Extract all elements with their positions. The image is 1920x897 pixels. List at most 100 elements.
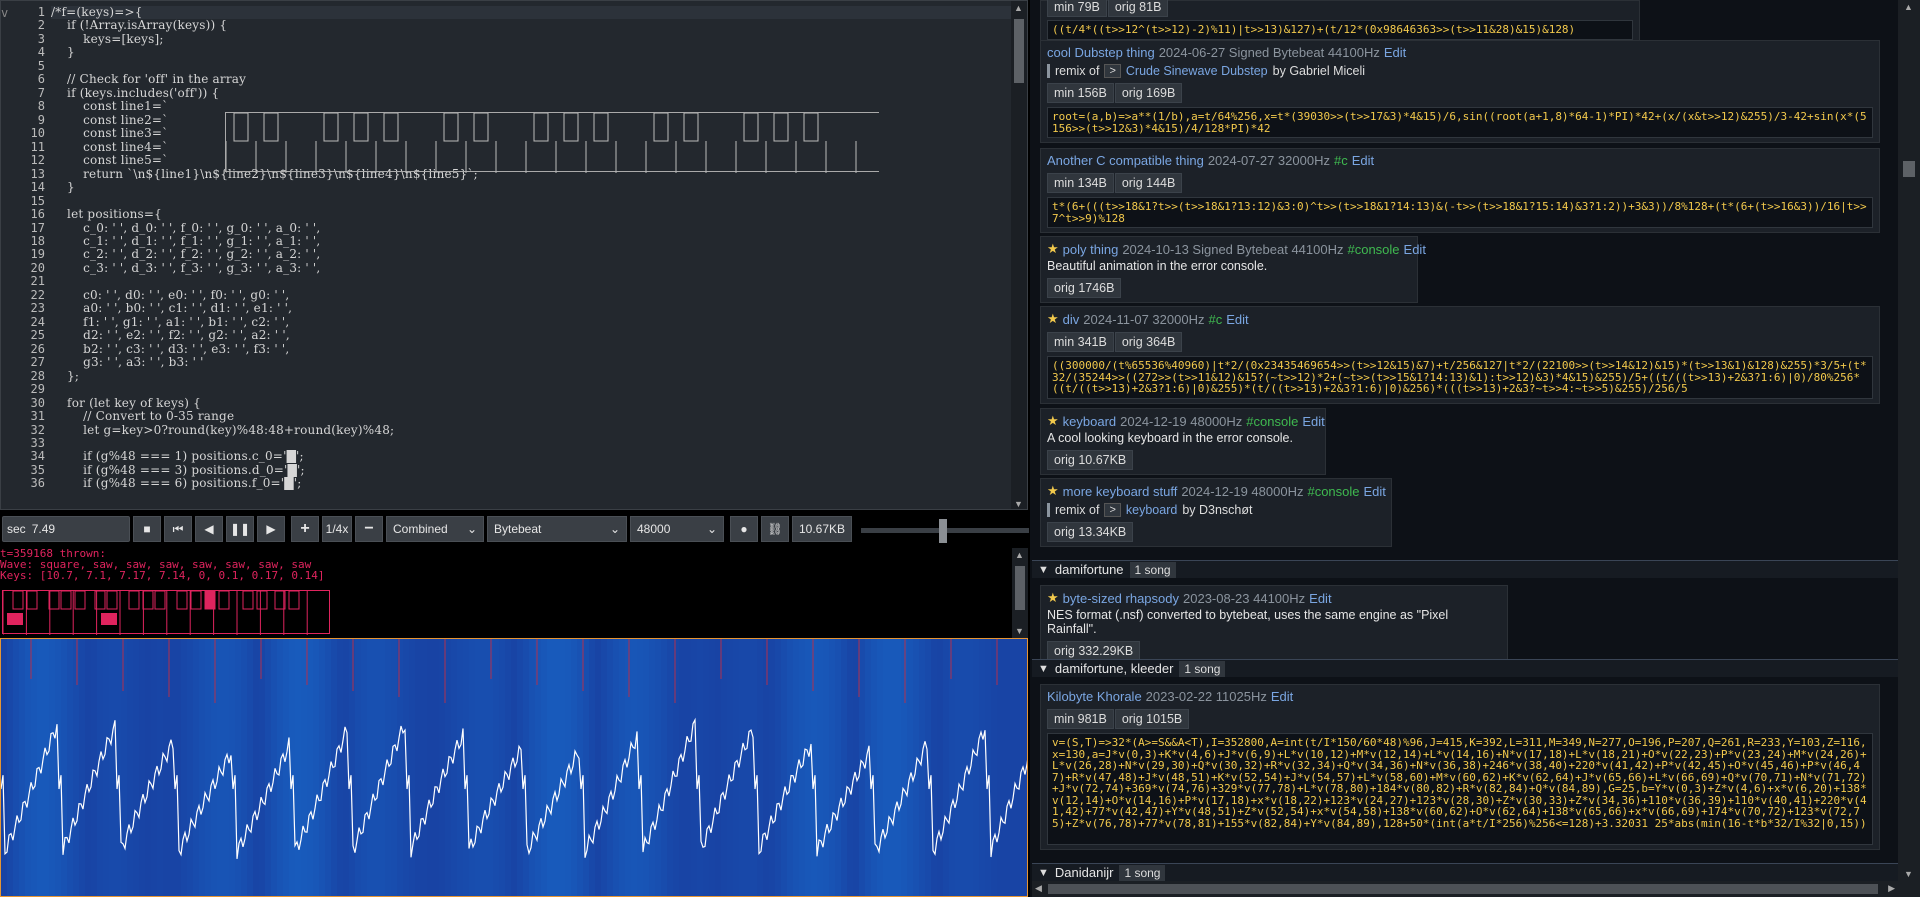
orig-size-badge[interactable]: orig 169B [1114, 83, 1183, 103]
slider-knob[interactable] [939, 519, 947, 543]
min-size-badge[interactable]: min 79B [1047, 0, 1107, 17]
code-line[interactable]: g3: ' ', a3: ' ', b3: ' ' [51, 356, 1011, 369]
tag-link[interactable]: #console [1307, 484, 1359, 499]
code-line[interactable]: if (g%48 === 3) positions.d_0='█'; [51, 464, 1011, 477]
scroll-up-icon[interactable]: ▲ [1014, 3, 1023, 13]
volume-slider[interactable] [861, 516, 1029, 543]
song-code[interactable]: root=(a,b)=>a**(1/b),a=t/64%256,x=t*(390… [1047, 107, 1873, 138]
library-scrollbar[interactable]: ▲ ▼ [1898, 0, 1920, 897]
min-size-badge[interactable]: min 981B [1047, 709, 1114, 729]
scrollbar-thumb[interactable] [1014, 19, 1024, 83]
edit-link[interactable]: Edit [1309, 591, 1331, 606]
console-scrollbar[interactable]: ▲ ▼ [1012, 548, 1028, 638]
code-line[interactable]: } [51, 46, 1011, 59]
song-title-link[interactable]: Another C compatible thing [1047, 153, 1204, 168]
time-display[interactable]: sec 7.49 [2, 516, 130, 542]
copy-link-button[interactable]: ⛓ [761, 516, 789, 542]
orig-size-badge[interactable]: orig 144B [1114, 173, 1183, 193]
code-line[interactable]: let g=key>0?round(key)%48:48+round(key)%… [51, 424, 1011, 437]
orig-size-badge[interactable]: orig 1746B [1047, 278, 1122, 298]
code-line[interactable]: }; [51, 370, 1011, 383]
remix-source-link[interactable]: keyboard [1126, 503, 1177, 517]
song-title-link[interactable]: div [1063, 312, 1080, 327]
code-line[interactable]: d2: ' ', e2: ' ', f2: ' ', g2: ' ', a2: … [51, 329, 1011, 342]
code-line[interactable]: c0: ' ', d0: ' ', e0: ' ', f0: ' ', g0: … [51, 289, 1011, 302]
song-title-link[interactable]: poly thing [1063, 242, 1119, 257]
author-group-header[interactable]: ▼ damifortune 1 song [1032, 560, 1898, 578]
code-line[interactable]: c_1: ' ', d_1: ' ', f_1: ' ', g_1: ' ', … [51, 235, 1011, 248]
song-title-link[interactable]: cool Dubstep thing [1047, 45, 1155, 60]
oscilloscope-canvas[interactable] [0, 638, 1028, 897]
code-line[interactable]: b2: ' ', c3: ' ', d3: ' ', e3: ' ', f3: … [51, 343, 1011, 356]
code-line[interactable]: a0: ' ', b0: ' ', c1: ' ', d1: ' ', e1: … [51, 302, 1011, 315]
code-editor[interactable]: v 1 2 3 4 5 6 7 8 9 10 11 12 13 14 15 16 17 18 19 20 21 22 23 2… [0, 0, 1028, 510]
scrollbar-thumb[interactable] [1048, 884, 1878, 894]
scroll-right-icon[interactable]: ▶ [1888, 883, 1895, 894]
song-code[interactable]: ((t/4*((t>>12^(t>>12)-2)%11)|t>>13)&127)… [1047, 20, 1633, 40]
scroll-down-icon[interactable]: ▼ [1904, 869, 1913, 879]
code-line[interactable] [51, 437, 1011, 450]
code-line[interactable]: if (keys.includes('off')) { [51, 87, 1011, 100]
code-line[interactable] [51, 60, 1011, 73]
min-size-badge[interactable]: min 134B [1047, 173, 1114, 193]
edit-link[interactable]: Edit [1404, 242, 1426, 257]
song-title-link[interactable]: more keyboard stuff [1063, 484, 1178, 499]
play-backward-button[interactable]: ◀ [195, 516, 223, 542]
orig-size-badge[interactable]: orig 10.67KB [1047, 450, 1134, 470]
code-line[interactable]: } [51, 181, 1011, 194]
orig-size-badge[interactable]: orig 13.34KB [1047, 522, 1134, 542]
orig-size-badge[interactable]: orig 81B [1107, 0, 1169, 17]
fold-arrow-icon[interactable]: v [1, 6, 11, 20]
code-line[interactable]: let positions={ [51, 208, 1011, 221]
chevron-right-icon[interactable]: > [1104, 64, 1121, 78]
editor-scrollbar[interactable]: ▲ ▼ [1011, 1, 1027, 509]
library-horizontal-scrollbar[interactable]: ◀ ▶ [1032, 881, 1898, 897]
min-size-badge[interactable]: min 341B [1047, 332, 1114, 352]
code-line[interactable]: /*f=(keys)=>{ [51, 6, 1011, 20]
speed-up-button[interactable]: + [291, 516, 319, 542]
scrollbar-thumb[interactable] [1015, 566, 1025, 610]
remix-source-link[interactable]: Crude Sinewave Dubstep [1126, 64, 1268, 78]
scroll-down-icon[interactable]: ▼ [1014, 499, 1023, 509]
scroll-left-icon[interactable]: ◀ [1035, 883, 1042, 894]
edit-link[interactable]: Edit [1271, 689, 1293, 704]
play-forward-button[interactable]: ▶ [257, 516, 285, 542]
code-line[interactable]: for (let key of keys) { [51, 397, 1011, 410]
orig-size-badge[interactable]: orig 332.29KB [1047, 641, 1141, 661]
scrollbar-thumb[interactable] [1903, 161, 1915, 177]
edit-link[interactable]: Edit [1364, 484, 1386, 499]
edit-link[interactable]: Edit [1352, 153, 1374, 168]
sample-rate-select[interactable]: 48000 ⌄ [630, 516, 724, 542]
tag-link[interactable]: #console [1347, 242, 1399, 257]
record-button[interactable]: ● [730, 516, 758, 542]
song-title-link[interactable]: Kilobyte Khorale [1047, 689, 1142, 704]
speed-down-button[interactable]: − [355, 516, 383, 542]
tag-link[interactable]: #c [1208, 312, 1222, 327]
tag-link[interactable]: #console [1246, 414, 1298, 429]
format-select[interactable]: Bytebeat ⌄ [487, 516, 627, 542]
code-line[interactable]: if (g%48 === 1) positions.c_0='█'; [51, 450, 1011, 463]
code-text[interactable]: /*f=(keys)=>{ if (!Array.isArray(keys)) … [51, 6, 1011, 491]
song-title-link[interactable]: keyboard [1063, 414, 1116, 429]
code-line[interactable]: c_2: ' ', d_2: ' ', f_2: ' ', g_2: ' ', … [51, 248, 1011, 261]
scroll-up-icon[interactable]: ▲ [1904, 2, 1913, 12]
orig-size-badge[interactable]: orig 364B [1114, 332, 1183, 352]
author-group-header[interactable]: ▼ Danidanijr 1 song [1032, 863, 1898, 881]
code-line[interactable]: // Convert to 0-35 range [51, 410, 1011, 423]
tag-link[interactable]: #c [1334, 153, 1348, 168]
song-code[interactable]: t*(6+(((t>>18&1?t>>(t>>18&1?13:12)&3:0)^… [1047, 197, 1873, 228]
scroll-down-icon[interactable]: ▼ [1015, 626, 1024, 636]
code-line[interactable]: if (!Array.isArray(keys)) { [51, 19, 1011, 32]
code-line[interactable]: // Check for 'off' in the array [51, 73, 1011, 86]
code-line[interactable]: if (g%48 === 6) positions.f_0='█'; [51, 477, 1011, 490]
edit-link[interactable]: Edit [1384, 45, 1406, 60]
edit-link[interactable]: Edit [1302, 414, 1324, 429]
code-line[interactable]: c_0: ' ', d_0: ' ', f_0: ' ', g_0: ' ', … [51, 222, 1011, 235]
stop-button[interactable]: ■ [133, 516, 161, 542]
song-title-link[interactable]: byte-sized rhapsody [1063, 591, 1179, 606]
mode-select[interactable]: Combined ⌄ [386, 516, 484, 542]
code-line[interactable]: c_3: ' ', d_3: ' ', f_3: ' ', g_3: ' ', … [51, 262, 1011, 275]
song-code[interactable]: ((300000/(t%65536%40960)|t*2/(0x23435469… [1047, 356, 1873, 399]
min-size-badge[interactable]: min 156B [1047, 83, 1114, 103]
code-line[interactable] [51, 383, 1011, 396]
